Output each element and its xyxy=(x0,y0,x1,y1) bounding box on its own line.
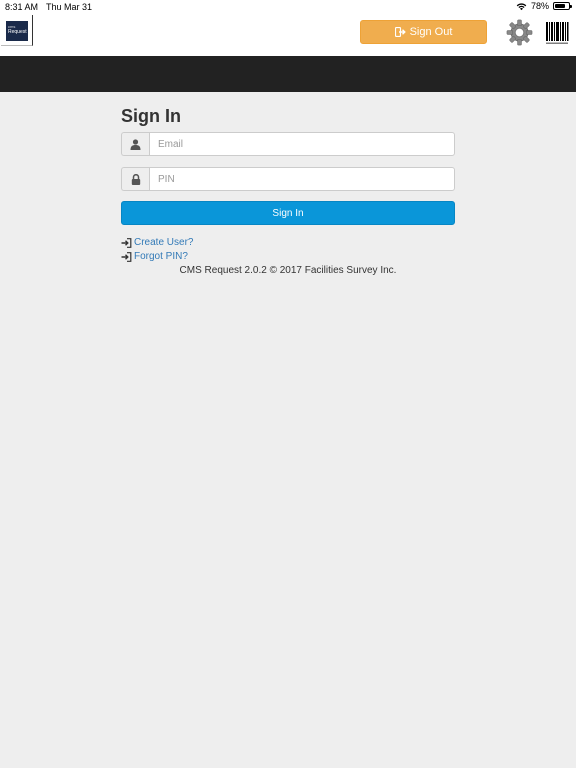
status-right: 78% xyxy=(516,1,572,11)
forgot-pin-link[interactable]: Forgot PIN? xyxy=(121,251,188,262)
logo-small-text: cms xyxy=(8,24,16,29)
app-header: cms Request Sign Out xyxy=(0,14,576,56)
battery-fill xyxy=(555,4,566,8)
gear-icon[interactable] xyxy=(506,19,533,46)
footer-copyright: CMS Request 2.0.2 © 2017 Facilities Surv… xyxy=(179,265,397,276)
create-user-label: Create User? xyxy=(134,237,194,248)
sign-in-icon xyxy=(121,251,132,262)
user-icon xyxy=(130,138,141,150)
forgot-pin-label: Forgot PIN? xyxy=(134,251,188,262)
sign-out-label: Sign Out xyxy=(409,26,453,38)
page-title: Sign In xyxy=(121,106,181,126)
status-date: Thu Mar 31 xyxy=(46,2,93,12)
pin-addon xyxy=(121,167,149,191)
app-logo[interactable]: cms Request xyxy=(1,15,33,46)
battery-percent: 78% xyxy=(530,1,549,11)
lock-icon xyxy=(131,173,140,185)
sign-in-panel: Sign In Sign In Create User? xyxy=(121,104,455,276)
barcode-icon[interactable] xyxy=(545,21,569,45)
pin-input[interactable] xyxy=(149,167,455,191)
sign-in-button[interactable]: Sign In xyxy=(121,201,455,225)
sign-out-button[interactable]: Sign Out xyxy=(360,20,487,44)
wifi-icon xyxy=(516,2,527,10)
sign-in-icon xyxy=(121,237,132,248)
email-input-group xyxy=(121,132,455,156)
create-user-link[interactable]: Create User? xyxy=(121,237,193,248)
battery-icon xyxy=(553,2,572,10)
status-time: 8:31 AM xyxy=(5,2,39,12)
logo-badge: cms Request xyxy=(6,21,28,41)
logo-text: Request xyxy=(8,29,27,35)
navbar xyxy=(0,56,576,92)
pin-input-group xyxy=(121,167,455,191)
sign-in-label: Sign In xyxy=(272,207,304,219)
email-input[interactable] xyxy=(149,132,455,156)
email-addon xyxy=(121,132,149,156)
sign-out-icon xyxy=(394,27,406,37)
status-bar: 8:31 AM Thu Mar 31 78% xyxy=(0,0,576,14)
